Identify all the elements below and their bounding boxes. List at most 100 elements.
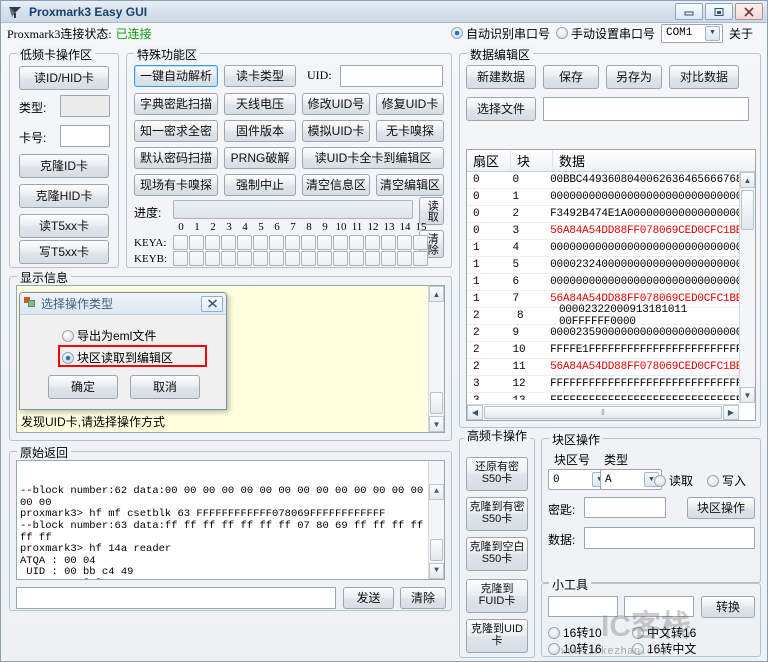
keyb-checkbox-8[interactable] [301,251,316,266]
nested-attack-button[interactable]: 知一密求全密 [134,120,218,142]
new-data-button[interactable]: 新建数据 [466,65,536,89]
keyb-checkbox-6[interactable] [269,251,284,266]
keya-checkbox-5[interactable] [253,235,268,250]
auto-parse-button[interactable]: 一键自动解析 [134,65,218,87]
write-t5xx-button[interactable]: 写T5xx卡 [19,240,109,264]
tool-input-b[interactable] [624,596,694,617]
keya-checkbox-15[interactable] [413,235,428,250]
scroll-thumb[interactable]: ⦀ [484,406,722,419]
key-type-select[interactable]: A ▼ [600,469,662,490]
sniff-field-button[interactable]: 现场有卡嗅探 [134,174,218,196]
scroll-down-icon[interactable]: ▼ [740,387,755,403]
manual-port-radio[interactable]: 手动设置串口号 [555,25,655,42]
table-vertical-scrollbar[interactable]: ▲ ▼ [739,172,755,403]
command-input[interactable] [16,587,336,609]
maximize-button[interactable] [705,3,733,20]
table-body[interactable]: 0 0 00BBC449360804006263646566676869 0 1 0000… [467,172,755,400]
compare-data-button[interactable]: 对比数据 [669,65,739,89]
read-card-type-button[interactable]: 读卡类型 [224,65,296,87]
keya-checkbox-12[interactable] [365,235,380,250]
dialog-close-button[interactable] [201,295,223,312]
repair-uid-button[interactable]: 修复UID卡 [376,93,444,115]
com-port-select[interactable]: COM1 ▼ [660,23,723,43]
scroll-down-icon[interactable]: ▼ [429,416,444,432]
keyb-checkbox-2[interactable] [205,251,220,266]
scroll-down-icon[interactable]: ▼ [429,563,444,579]
clear-info-button[interactable]: 清空信息区 [302,174,370,196]
simulate-uid-button[interactable]: 模拟UID卡 [302,120,370,142]
table-row[interactable]: 3 12 FFFFFFFFFFFFFFFFFFFFFFFFFFFFFFFF [467,376,755,393]
scroll-right-icon[interactable]: ▶ [723,405,739,420]
table-row[interactable]: 0 2 F3492B474E1A00000000000000000000 [467,206,755,223]
sniff-nocard-button[interactable]: 无卡嗅探 [376,120,444,142]
keya-checkbox-2[interactable] [205,235,220,250]
read-mode-radio[interactable]: 读取 [654,472,693,489]
keya-checkbox-0[interactable] [173,235,188,250]
choose-file-button[interactable]: 选择文件 [466,97,536,121]
table-row[interactable]: 1 6 00000000000000000000000000000000 [467,274,755,291]
table-row[interactable]: 2 9 00002359000000000000000000000000 [467,325,755,342]
keya-checkbox-10[interactable] [333,235,348,250]
keyb-checkbox-14[interactable] [397,251,412,266]
dict-scan-button[interactable]: 字典密匙扫描 [134,93,218,115]
info-scrollbar[interactable]: ▲ ▼ [428,286,444,432]
key-field[interactable] [584,497,666,518]
export-eml-radio[interactable]: 导出为eml文件 [62,327,156,344]
keyb-checkbox-0[interactable] [173,251,188,266]
keyb-checkbox-row[interactable] [173,251,429,266]
scroll-up-icon[interactable]: ▲ [740,172,755,188]
keyb-checkbox-7[interactable] [285,251,300,266]
keya-checkbox-11[interactable] [349,235,364,250]
table-row[interactable]: 2 8 00002322000913181011 00FFFFFF0000 [467,304,755,328]
table-row[interactable]: 1 4 00000000000000000000000000000000 [467,240,755,257]
uid-field[interactable] [340,65,443,87]
keyb-checkbox-10[interactable] [333,251,348,266]
tool-input-a[interactable] [548,596,618,617]
table-row[interactable]: 2 11 56A84A54DD88FF078069CED0CFC1BBBF [467,359,755,376]
prng-crack-button[interactable]: PRNG破解 [224,147,296,169]
table-row[interactable]: 0 3 56A84A54DD88FF078069CED0CFC1BBBF [467,223,755,240]
clone-to-s50-button[interactable]: 克隆到有密S50卡 [466,497,528,531]
restore-s50-button[interactable]: 还原有密S50卡 [466,457,528,491]
about-link[interactable]: 关于 [729,25,753,42]
clear-console-button[interactable]: 清除 [400,587,446,609]
scroll-thumb[interactable] [741,190,754,230]
clone-hid-button[interactable]: 克隆HID卡 [19,184,109,208]
hex-to-cn-radio[interactable]: 16转中文 [632,640,696,657]
keyb-checkbox-15[interactable] [413,251,428,266]
clone-to-uid-button[interactable]: 克隆到UID卡 [466,619,528,653]
scroll-up-icon[interactable]: ▲ [429,484,444,501]
table-row[interactable]: 0 1 00000000000000000000000000000000 [467,189,755,206]
table-row[interactable]: 1 5 00002324000000000000000000000000 [467,257,755,274]
write-mode-radio[interactable]: 写入 [707,472,746,489]
table-row[interactable]: 0 0 00BBC449360804006263646566676869 [467,172,755,189]
console-output[interactable]: --block number:62 data:00 00 00 00 00 00… [16,460,445,580]
keya-checkbox-8[interactable] [301,235,316,250]
type-field[interactable] [60,95,110,117]
dialog-cancel-button[interactable]: 取消 [130,375,200,399]
keyb-checkbox-13[interactable] [381,251,396,266]
keya-checkbox-14[interactable] [397,235,412,250]
cn-to-hex-radio[interactable]: 中文转16 [632,624,696,641]
clear-editor-button[interactable]: 清空编辑区 [376,174,444,196]
keya-checkbox-13[interactable] [381,235,396,250]
default-password-scan-button[interactable]: 默认密码扫描 [134,147,218,169]
keyb-checkbox-11[interactable] [349,251,364,266]
block-operation-button[interactable]: 块区操作 [687,497,755,519]
convert-button[interactable]: 转换 [701,596,755,618]
save-button[interactable]: 保存 [543,65,599,89]
read-id-hid-button[interactable]: 读ID/HID卡 [19,66,109,90]
keyb-checkbox-12[interactable] [365,251,380,266]
firmware-version-button[interactable]: 固件版本 [224,120,296,142]
save-as-button[interactable]: 另存为 [606,65,662,89]
table-horizontal-scrollbar[interactable]: ◀ ⦀ ▶ [467,404,739,420]
table-row[interactable]: 313FFFFFFFFFFFFFFFFFFFFFFFFFFFFFFFF [467,393,755,400]
keya-checkbox-row[interactable] [173,235,429,250]
scroll-left-icon[interactable]: ◀ [467,405,483,420]
keyb-checkbox-3[interactable] [221,251,236,266]
dialog-ok-button[interactable]: 确定 [48,375,118,399]
keyb-checkbox-5[interactable] [253,251,268,266]
close-button[interactable] [735,3,763,20]
minimize-button[interactable] [675,3,703,20]
keya-checkbox-6[interactable] [269,235,284,250]
